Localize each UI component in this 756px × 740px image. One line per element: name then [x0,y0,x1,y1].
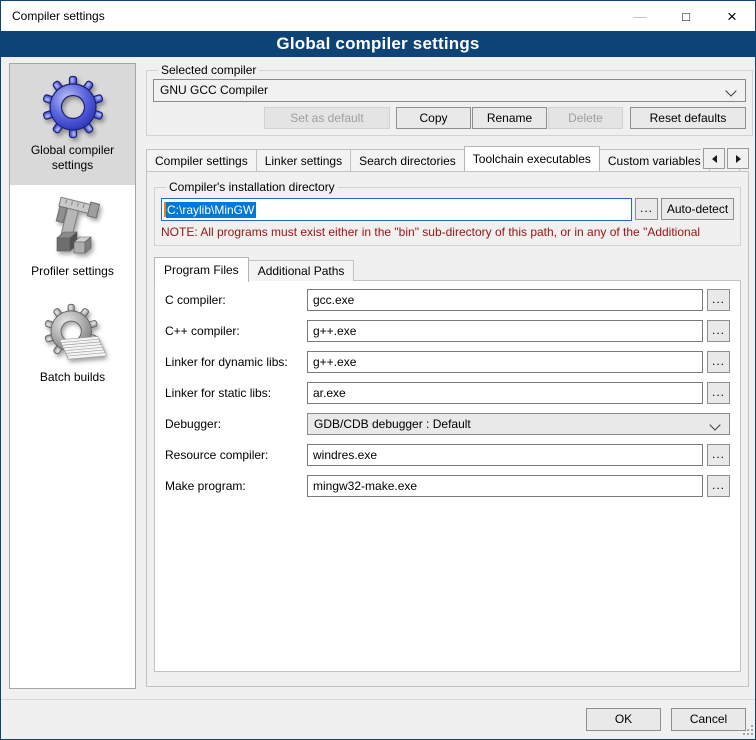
right-arrow-icon [736,155,745,163]
selected-compiler-group-label: Selected compiler [158,63,259,77]
compiler-settings-dialog: Compiler settings — □ × Global compiler … [0,0,756,740]
chevron-down-icon [709,419,720,430]
caliper-icon [41,196,105,260]
gray-gear-papers-icon [41,302,105,366]
tab-linker-settings[interactable]: Linker settings [256,149,351,171]
tab-search-directories[interactable]: Search directories [350,149,465,171]
tab-toolchain-executables[interactable]: Toolchain executables [464,146,600,171]
sidebar-item-label: Global compiler settings [14,143,131,173]
static-linker-label: Linker for static libs: [165,386,307,400]
install-dir-row: C:\raylib\MinGW ... Auto-detect [161,198,734,221]
maximize-button[interactable]: □ [663,1,709,31]
auto-detect-button[interactable]: Auto-detect [661,198,734,220]
reset-defaults-button[interactable]: Reset defaults [630,107,746,129]
tab-scroll-left-button[interactable] [703,148,725,169]
resource-compiler-label: Resource compiler: [165,448,307,462]
program-files-page: C compiler: ... C++ compiler: ... [154,280,741,672]
selected-compiler-combobox[interactable]: GNU GCC Compiler [153,79,746,102]
ok-button[interactable]: OK [586,708,661,731]
c-compiler-label: C compiler: [165,293,307,307]
cpp-compiler-label: C++ compiler: [165,324,307,338]
debugger-label: Debugger: [165,417,307,431]
sidebar-item-label: Batch builds [14,370,131,385]
dynamic-linker-browse-button[interactable]: ... [707,351,730,373]
debugger-row: Debugger: GDB/CDB debugger : Default [165,413,730,435]
tab-compiler-settings[interactable]: Compiler settings [146,149,257,171]
sidebar-item-profiler-settings[interactable]: Profiler settings [10,185,135,291]
sidebar-item-label: Profiler settings [14,264,131,279]
close-button[interactable]: × [709,1,755,31]
compiler-actions: Set as default Copy Rename Delete Reset … [153,107,746,129]
program-files-tab-strip: Program Files Additional Paths [154,256,741,281]
main-panel: Selected compiler GNU GCC Compiler Set a… [146,63,749,689]
c-compiler-row: C compiler: ... [165,289,730,311]
resource-compiler-row: Resource compiler: ... [165,444,730,466]
install-dir-group-label: Compiler's installation directory [166,180,338,194]
settings-tab-strip: Compiler settings Linker settings Search… [146,145,749,171]
copy-button[interactable]: Copy [396,107,471,129]
cancel-button[interactable]: Cancel [671,708,746,731]
install-dir-input[interactable]: C:\raylib\MinGW [161,198,632,221]
cpp-compiler-row: C++ compiler: ... [165,320,730,342]
resize-grip[interactable] [751,733,753,735]
resource-compiler-browse-button[interactable]: ... [707,444,730,466]
debugger-selected-value: GDB/CDB debugger : Default [314,417,471,431]
blue-gear-icon [41,75,105,139]
rename-button[interactable]: Rename [472,107,547,129]
tab-scroll-buttons [701,148,749,169]
c-compiler-input[interactable] [307,289,703,311]
static-linker-row: Linker for static libs: ... [165,382,730,404]
maximize-icon: □ [682,10,690,23]
window-title: Compiler settings [1,9,105,23]
sidebar-item-batch-builds[interactable]: Batch builds [10,291,135,397]
page-title: Global compiler settings [1,31,755,57]
subtab-program-files[interactable]: Program Files [154,257,249,282]
install-dir-group: Compiler's installation directory C:\ray… [154,180,741,246]
selected-compiler-group: Selected compiler GNU GCC Compiler Set a… [146,63,753,136]
debugger-select[interactable]: GDB/CDB debugger : Default [307,413,730,435]
sidebar-item-global-compiler-settings[interactable]: Global compiler settings [10,64,135,185]
browse-install-dir-button[interactable]: ... [635,198,658,220]
make-program-browse-button[interactable]: ... [707,475,730,497]
install-dir-note: NOTE: All programs must exist either in … [161,225,734,239]
tab-scroll-right-button[interactable] [727,148,749,169]
subtab-additional-paths[interactable]: Additional Paths [248,260,355,281]
selected-compiler-value: GNU GCC Compiler [160,83,268,97]
toolchain-executables-page: Compiler's installation directory C:\ray… [146,171,749,687]
close-icon: × [727,8,737,25]
minimize-button[interactable]: — [617,1,663,31]
left-arrow-icon [708,155,717,163]
make-program-input[interactable] [307,475,703,497]
title-bar: Compiler settings — □ × [1,1,755,31]
make-program-row: Make program: ... [165,475,730,497]
dynamic-linker-input[interactable] [307,351,703,373]
delete-button[interactable]: Delete [548,107,623,129]
dialog-content: Global compiler settings [1,57,756,701]
dynamic-linker-label: Linker for dynamic libs: [165,355,307,369]
static-linker-input[interactable] [307,382,703,404]
resource-compiler-input[interactable] [307,444,703,466]
cpp-compiler-input[interactable] [307,320,703,342]
dynamic-linker-row: Linker for dynamic libs: ... [165,351,730,373]
install-dir-selected-text: C:\raylib\MinGW [166,202,256,218]
make-program-label: Make program: [165,479,307,493]
set-as-default-button[interactable]: Set as default [264,107,390,129]
static-linker-browse-button[interactable]: ... [707,382,730,404]
tab-custom-variables[interactable]: Custom variables [599,149,710,171]
caption-buttons: — □ × [617,1,755,31]
minimize-icon: — [634,10,647,23]
settings-category-list: Global compiler settings [9,63,136,689]
chevron-down-icon [725,85,736,96]
dialog-footer: OK Cancel [1,699,756,739]
c-compiler-browse-button[interactable]: ... [707,289,730,311]
cpp-compiler-browse-button[interactable]: ... [707,320,730,342]
